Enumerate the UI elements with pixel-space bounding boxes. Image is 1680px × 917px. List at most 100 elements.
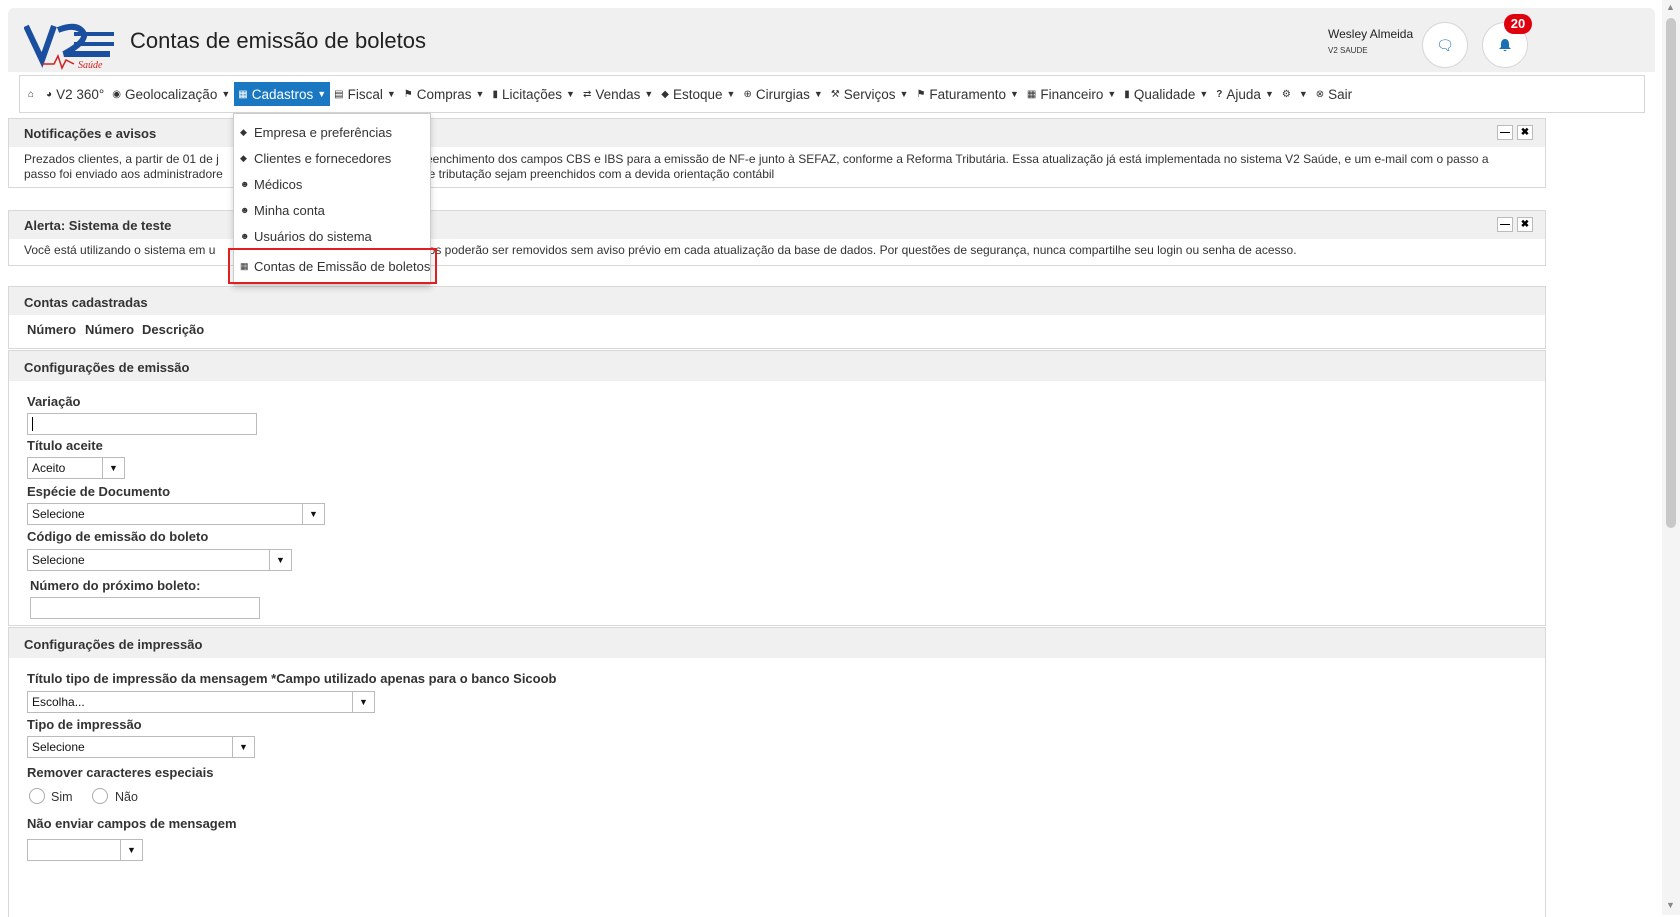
minimize-button[interactable]: — (1497, 217, 1513, 232)
column-header-numero: Número (85, 322, 135, 337)
user-icon: ☻ (240, 231, 250, 241)
printing-panel: Configurações de impressão Título tipo d… (8, 627, 1546, 917)
nav-estoque[interactable]: ◆ Estoque ▼ (657, 82, 739, 106)
nao-enviar-mensagem-select[interactable]: ▼ (27, 839, 143, 861)
dropdown-item-contas-emissao[interactable]: ▦ Contas de Emissão de boletos (228, 248, 437, 284)
nav-fiscal[interactable]: ▤ Fiscal ▼ (330, 82, 400, 106)
titulo-tipo-impressao-label: Título tipo de impressão da mensagem *Ca… (27, 671, 557, 686)
clipboard-icon: ▮ (1124, 88, 1130, 100)
bank-icon: ⚑ (916, 88, 926, 100)
exchange-icon: ⇄ (582, 88, 592, 100)
chevron-down-icon: ▼ (232, 737, 254, 757)
nav-compras[interactable]: ⚑ Compras ▼ (400, 82, 489, 106)
radio-nao-label: Não (115, 790, 138, 804)
close-button[interactable]: ✖ (1517, 125, 1533, 140)
alert-text-right: dos poderão ser removidos sem aviso prév… (422, 243, 1297, 257)
nav-home[interactable]: ⌂ (24, 82, 42, 106)
nav-qualidade[interactable]: ▮ Qualidade ▼ (1120, 82, 1212, 106)
chat-button[interactable]: 🗨 (1422, 22, 1468, 68)
cadastros-dropdown: ◆ Empresa e preferências ◆ Clientes e forn… (228, 113, 437, 285)
dropdown-item-medicos[interactable]: ☻ Médicos (234, 172, 430, 196)
nao-enviar-mensagem-label: Não enviar campos de mensagem (27, 816, 237, 831)
panel-header: Contas cadastradas (9, 287, 1545, 315)
caret-down-icon: ▼ (1107, 89, 1117, 99)
notice-text-right-2: de tributação sejam preenchidos com a de… (422, 167, 775, 181)
page-scrollbar[interactable]: ▲ ▼ (1662, 0, 1680, 915)
bell-icon (1499, 38, 1511, 51)
select-value: Selecione (32, 740, 85, 754)
codigo-emissao-label: Código de emissão do boleto (27, 529, 209, 544)
nav-cadastros[interactable]: ▦ Cadastros ▼ (234, 82, 331, 106)
radio-nao[interactable] (92, 788, 108, 804)
question-icon: ? (1216, 88, 1223, 100)
proximo-boleto-input[interactable] (30, 597, 260, 619)
nav-sair[interactable]: ⊗ Sair (1312, 82, 1356, 106)
titulo-tipo-impressao-select[interactable]: Escolha... ▼ (27, 691, 375, 713)
caret-down-icon: ▼ (899, 89, 909, 99)
tipo-impressao-select[interactable]: Selecione ▼ (27, 736, 255, 758)
wrench-icon: ⚒ (830, 88, 840, 100)
variacao-input[interactable] (27, 413, 257, 435)
gear-icon: ⚙ (1281, 88, 1291, 100)
nav-cirurgias[interactable]: ⊕ Cirurgias ▼ (739, 82, 826, 106)
panel-title: Alerta: Sistema de teste (24, 218, 172, 233)
caret-down-icon: ▼ (813, 89, 823, 99)
accounts-table-header: Número Número Descrição (9, 315, 1545, 349)
nav-v2-360[interactable]: ◕ V2 360° (42, 82, 108, 106)
printing-form: Título tipo de impressão da mensagem *Ca… (9, 658, 1545, 916)
nav-geolocalizacao[interactable]: ◉ Geolocalização ▼ (108, 82, 234, 106)
notice-text-right-1: reenchimento dos campos CBS e IBS para a… (422, 152, 1489, 166)
notice-text-left-1: Prezados clientes, a partir de 01 de j (24, 152, 219, 166)
caret-down-icon: ▼ (1009, 89, 1019, 99)
table-icon: ▦ (238, 88, 248, 100)
proximo-boleto-label: Número do próximo boleto: (30, 578, 201, 593)
column-header-descricao: Descrição (142, 322, 205, 337)
minimize-button[interactable]: — (1497, 125, 1513, 140)
scroll-up-icon[interactable]: ▲ (1666, 2, 1675, 12)
remover-caracteres-label: Remover caracteres especiais (27, 765, 214, 780)
nav-servicos[interactable]: ⚒ Serviços ▼ (827, 82, 913, 106)
radio-sim-label: Sim (51, 790, 73, 804)
nav-vendas[interactable]: ⇄ Vendas ▼ (579, 82, 657, 106)
dropdown-item-minha-conta[interactable]: ☻ Minha conta (234, 198, 430, 222)
main-nav: ⌂ ◕ V2 360° ◉ Geolocalização ▼ ▦ Cadastros ▼ … (19, 75, 1645, 113)
app-shell: Saúde Contas de emissão de boletos Wesle… (8, 8, 1655, 917)
select-value: Selecione (32, 507, 85, 521)
user-name[interactable]: Wesley Almeida (1328, 27, 1413, 41)
panel-header: Configurações de emissão (9, 351, 1545, 381)
codigo-emissao-select[interactable]: Selecione ▼ (27, 549, 292, 571)
chevron-down-icon: ▼ (102, 458, 124, 478)
nav-faturamento[interactable]: ⚑ Faturamento ▼ (912, 82, 1022, 106)
chevron-down-icon: ▼ (120, 840, 142, 860)
caret-down-icon: ▼ (1199, 89, 1209, 99)
header: Saúde Contas de emissão de boletos Wesle… (8, 8, 1655, 72)
dropdown-item-usuarios[interactable]: ☻ Usuários do sistema (234, 224, 430, 248)
radio-sim[interactable] (29, 788, 45, 804)
nav-licitacoes[interactable]: ▮ Licitações ▼ (488, 82, 578, 106)
select-value: Selecione (32, 553, 85, 567)
titulo-aceite-select[interactable]: Aceito ▼ (27, 457, 125, 479)
nav-financeiro[interactable]: ▦ Financeiro ▼ (1023, 82, 1120, 106)
text-cursor (32, 417, 33, 431)
calculator-icon: ▦ (1026, 88, 1037, 100)
close-button[interactable]: ✖ (1517, 217, 1533, 232)
caret-down-icon: ▼ (644, 89, 654, 99)
emission-form: Variação Título aceite Aceito ▼ Espécie … (9, 381, 1545, 625)
variacao-label: Variação (27, 394, 81, 409)
scrollbar-thumb[interactable] (1666, 18, 1676, 528)
panel-tools: — ✖ (1497, 217, 1533, 232)
panel-title: Contas cadastradas (24, 295, 148, 310)
nav-settings[interactable]: ⚙ ▼ (1278, 82, 1312, 106)
nav-ajuda[interactable]: ? Ajuda ▼ (1212, 82, 1278, 106)
dropdown-item-clientes[interactable]: ◆ Clientes e fornecedores (234, 146, 430, 170)
pie-chart-icon: ◕ (46, 88, 53, 100)
v2-saude-logo[interactable]: Saúde (24, 20, 124, 70)
scroll-down-icon[interactable]: ▼ (1666, 900, 1675, 910)
home-icon: ⌂ (28, 88, 35, 100)
chevron-down-icon: ▼ (302, 504, 324, 524)
panel-title: Configurações de emissão (24, 360, 190, 375)
fiscal-icon: ▤ (334, 88, 344, 100)
dropdown-item-empresa[interactable]: ◆ Empresa e preferências (234, 120, 430, 144)
document-icon: ▮ (492, 88, 498, 100)
especie-select[interactable]: Selecione ▼ (27, 503, 325, 525)
